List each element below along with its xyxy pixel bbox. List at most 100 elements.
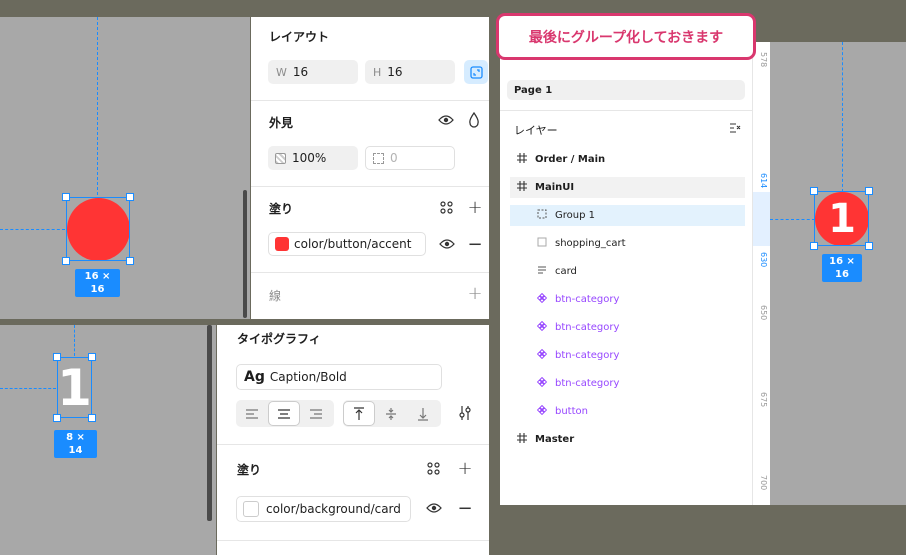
resize-handle[interactable] <box>88 353 96 361</box>
guide-vertical <box>74 325 75 356</box>
layer-name: card <box>555 266 577 277</box>
resize-handle[interactable] <box>62 193 70 201</box>
fill-style-field[interactable]: color/background/card <box>236 496 411 522</box>
layer-row[interactable]: MainUI <box>510 177 745 198</box>
component-icon <box>535 348 549 362</box>
resize-handle[interactable] <box>88 414 96 422</box>
layer-name: shopping_cart <box>555 238 626 249</box>
styles-grid-icon[interactable] <box>425 460 441 476</box>
text-style-field[interactable]: Ag Caption/Bold <box>236 364 442 390</box>
selection-box <box>66 197 130 261</box>
layer-row[interactable]: btn-category <box>510 317 745 338</box>
align-right-icon[interactable] <box>300 400 332 427</box>
callout-text: 最後にグループ化しておきます <box>528 29 724 46</box>
fill-style-field[interactable]: color/button/accent <box>268 232 426 256</box>
divider <box>217 540 489 541</box>
width-label: W <box>276 65 287 79</box>
square-icon <box>535 237 549 250</box>
canvas-bottom-left[interactable] <box>0 325 216 555</box>
add-fill-icon[interactable]: + <box>466 197 484 218</box>
align-bottom-icon[interactable] <box>407 400 439 427</box>
align-center-icon[interactable] <box>268 401 300 426</box>
fill-title: 塗り <box>237 463 262 477</box>
layer-row[interactable]: btn-category <box>510 373 745 394</box>
page-selector[interactable]: Page 1 <box>507 80 745 100</box>
remove-fill-icon[interactable]: − <box>466 234 484 255</box>
layer-row[interactable]: card <box>510 261 745 282</box>
layer-row[interactable]: Order / Main <box>510 149 745 170</box>
guide-vertical <box>842 42 843 192</box>
add-fill-icon[interactable]: + <box>456 458 474 479</box>
scrollbar[interactable] <box>243 190 247 318</box>
resize-handle[interactable] <box>810 242 818 250</box>
layer-row[interactable]: Master <box>510 429 745 450</box>
layers-title: レイヤー <box>514 124 558 137</box>
page-name: Page 1 <box>514 84 553 96</box>
type-settings-icon[interactable] <box>456 403 474 423</box>
layer-name: Group 1 <box>555 210 595 221</box>
layer-name: button <box>555 406 588 417</box>
callout: 最後にグループ化しておきます <box>496 13 756 60</box>
layer-row[interactable]: btn-category <box>510 289 745 310</box>
resize-handle[interactable] <box>62 257 70 265</box>
divider <box>500 110 752 111</box>
remove-fill-icon[interactable]: − <box>456 498 474 519</box>
styles-grid-icon[interactable] <box>438 199 454 215</box>
ruler-number: 700 <box>759 475 768 491</box>
fill-swatch <box>243 501 259 517</box>
scrollbar[interactable] <box>207 325 212 521</box>
layer-row[interactable]: button <box>510 401 745 422</box>
height-field[interactable]: H 16 <box>365 60 455 84</box>
divider <box>217 444 489 445</box>
resize-handle[interactable] <box>126 257 134 265</box>
resize-handle[interactable] <box>810 187 818 195</box>
fill-style-name: color/background/card <box>266 502 401 516</box>
width-field[interactable]: W 16 <box>268 60 358 84</box>
layer-name: btn-category <box>555 294 620 305</box>
opacity-value: 100% <box>292 151 327 165</box>
ruler-number: 578 <box>759 52 768 68</box>
constrain-proportions-icon[interactable] <box>464 60 488 84</box>
resize-handle[interactable] <box>126 193 134 201</box>
resize-handle[interactable] <box>865 187 873 195</box>
opacity-field[interactable]: 100% <box>268 146 358 170</box>
eye-icon[interactable] <box>438 236 456 252</box>
radius-value: 0 <box>390 151 398 165</box>
layer-name: MainUI <box>535 182 575 193</box>
layer-row[interactable]: shopping_cart <box>510 233 745 254</box>
layer-row[interactable]: Group 1 <box>510 205 745 226</box>
align-left-icon[interactable] <box>236 400 268 427</box>
text-style-icon: Ag <box>244 369 265 385</box>
radius-field[interactable]: 0 <box>365 146 455 170</box>
frame-icon <box>515 181 529 194</box>
resize-handle[interactable] <box>865 242 873 250</box>
add-stroke-icon[interactable]: + <box>466 283 484 304</box>
ruler-number: 630 <box>759 252 768 268</box>
component-icon <box>535 376 549 390</box>
resize-handle[interactable] <box>53 353 61 361</box>
canvas-top-left[interactable] <box>0 17 250 319</box>
guide-horizontal <box>770 219 815 220</box>
typography-title: タイポグラフィ <box>237 332 321 346</box>
collapse-layers-icon[interactable] <box>727 121 743 135</box>
height-value: 16 <box>387 65 403 79</box>
eye-icon[interactable] <box>437 112 455 128</box>
component-icon <box>535 320 549 334</box>
resize-handle[interactable] <box>53 414 61 422</box>
align-top-icon[interactable] <box>343 401 375 426</box>
selection-box <box>814 191 869 246</box>
layer-row[interactable]: btn-category <box>510 345 745 366</box>
layout-title: レイアウト <box>269 30 330 44</box>
divider <box>251 100 489 101</box>
frame-icon <box>515 433 529 446</box>
eye-icon[interactable] <box>425 500 443 516</box>
drop-icon[interactable] <box>466 111 482 129</box>
divider <box>251 272 489 273</box>
fill-style-name: color/button/accent <box>294 237 412 251</box>
text-style-name: Caption/Bold <box>269 370 347 384</box>
selection-box <box>57 357 92 418</box>
fill-swatch <box>275 237 289 251</box>
align-middle-icon[interactable] <box>375 400 407 427</box>
size-badge: 8 × 14 <box>54 430 97 458</box>
corner-radius-icon <box>373 152 384 164</box>
